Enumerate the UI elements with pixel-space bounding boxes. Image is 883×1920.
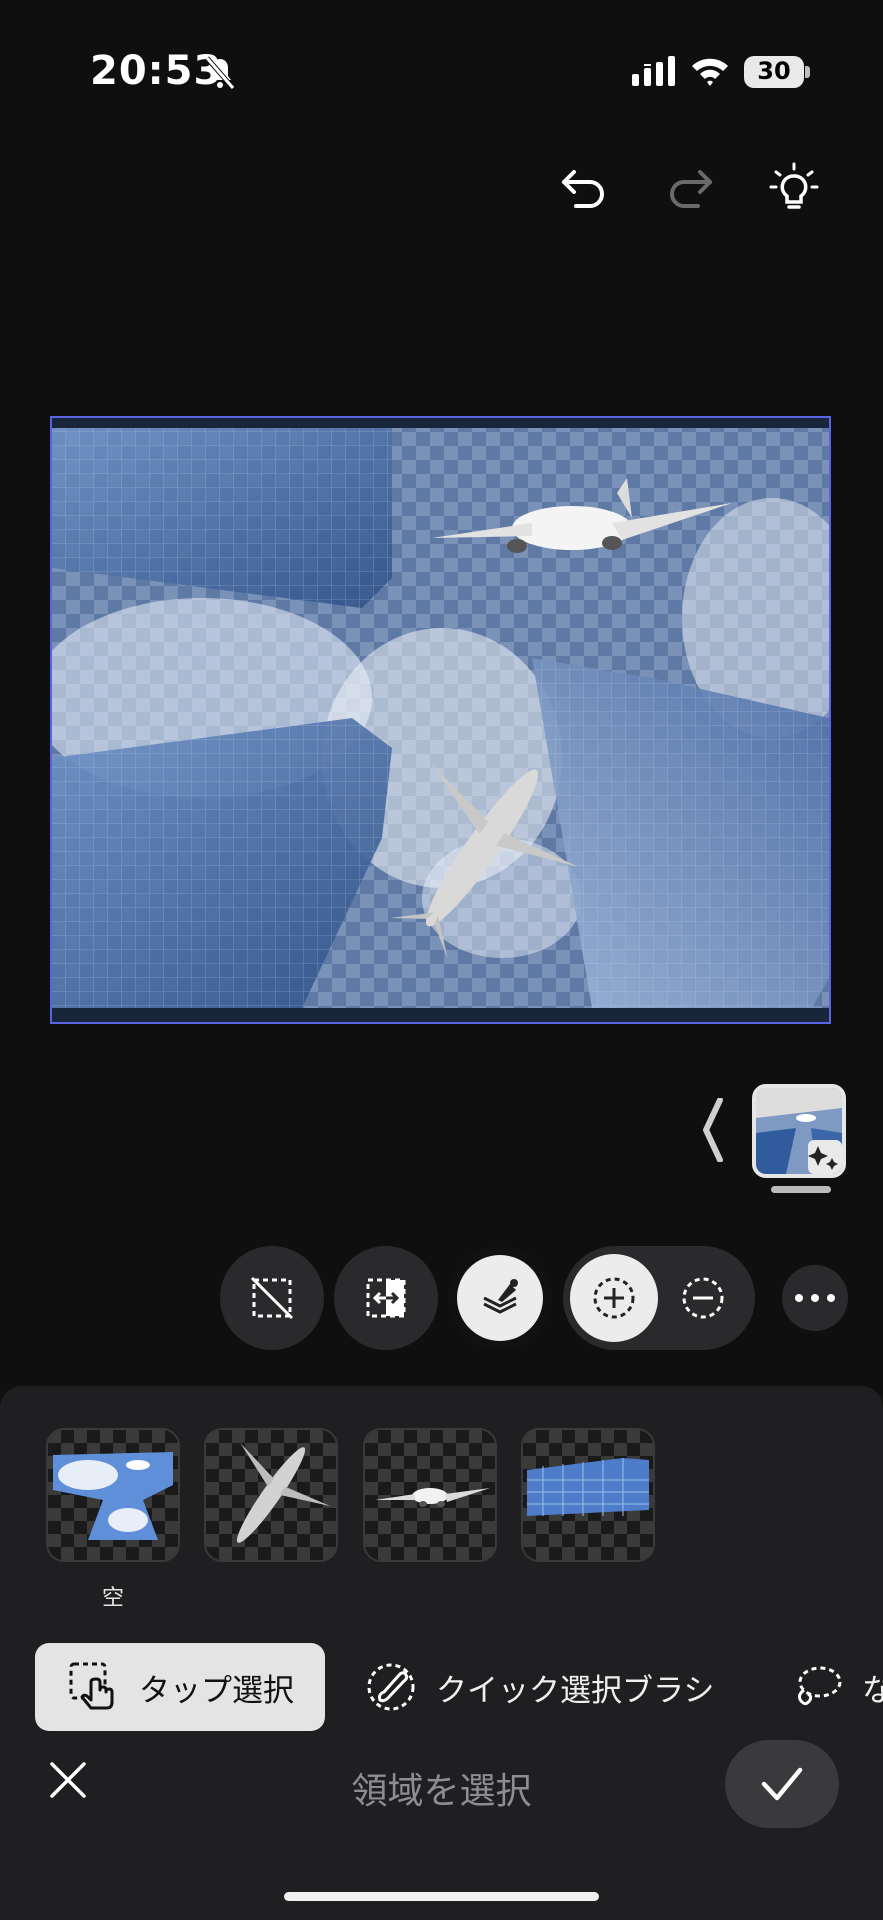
close-icon[interactable] [48,1760,88,1800]
mode-quick-brush-label: クイック選択ブラシ [436,1672,715,1709]
eyedropper-icon [483,1279,518,1314]
status-time: 20:53 [90,48,223,94]
home-indicator[interactable] [284,1892,599,1901]
sheet-title: 領域を選択 [351,1771,532,1812]
confirm-button[interactable] [725,1740,839,1828]
mode-lasso-label: な [862,1672,883,1709]
battery-level: 30 [757,57,791,85]
redo-icon[interactable] [664,162,716,214]
check-icon [761,1767,803,1801]
battery-nub [805,66,810,78]
layer-panel-chevron-icon[interactable] [700,1098,724,1162]
object-thumb-building[interactable] [521,1428,655,1562]
subtract-selection-icon[interactable] [679,1274,727,1322]
object-thumb-sky[interactable] [46,1428,180,1562]
tap-select-icon [69,1662,114,1710]
cellular-signal-icon [632,56,675,86]
mode-lasso[interactable]: な [766,1643,883,1731]
eyedropper-button[interactable] [448,1246,552,1350]
silent-bell-icon [205,56,235,90]
add-selection-icon [593,1277,635,1319]
more-icon [795,1294,835,1302]
layer-thumbnail[interactable] [752,1084,846,1178]
layer-selected-bar [771,1186,831,1193]
add-selection-button[interactable] [570,1254,658,1342]
battery-indicator: 30 [744,56,804,88]
quick-brush-icon [367,1663,415,1711]
undo-icon[interactable] [558,162,610,214]
mode-tap-select-label: タップ選択 [139,1672,294,1709]
object-label-sky: 空 [101,1586,124,1611]
canvas-image[interactable] [50,416,831,1024]
invert-selection-icon [366,1278,406,1318]
deselect-icon [250,1276,294,1320]
wifi-icon [692,58,728,86]
more-button[interactable] [782,1265,848,1331]
deselect-button[interactable] [220,1246,324,1350]
lightbulb-icon[interactable] [768,162,820,214]
mode-quick-brush[interactable]: クイック選択ブラシ [338,1643,714,1731]
lasso-icon [797,1666,842,1706]
invert-selection-button[interactable] [334,1246,438,1350]
object-thumb-plane-1[interactable] [204,1428,338,1562]
object-thumb-plane-2[interactable] [363,1428,497,1562]
mode-tap-select[interactable]: タップ選択 [35,1643,325,1731]
